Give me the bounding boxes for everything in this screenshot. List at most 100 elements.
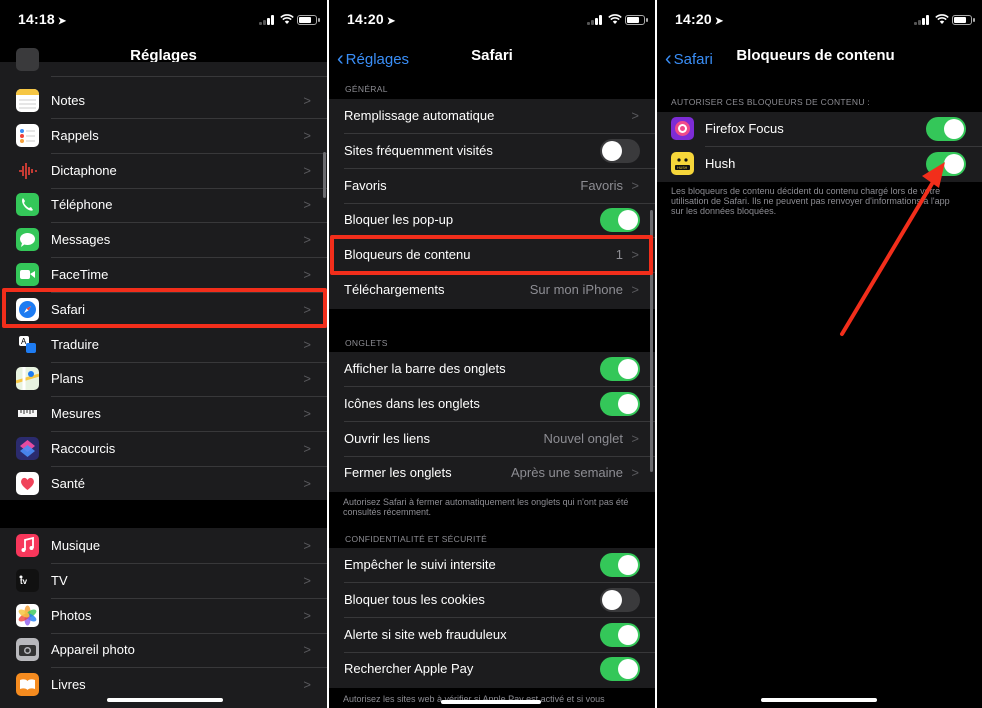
chevron-right-icon: > [303, 475, 311, 491]
settings-row-plans[interactable]: Plans > [0, 362, 327, 398]
toggle-knob [618, 555, 638, 575]
settings-row-favoris[interactable]: Favoris Favoris > [329, 169, 655, 204]
status-time: 14:18 [18, 11, 55, 27]
books-icon [16, 673, 39, 697]
toggle-knob [602, 589, 622, 610]
settings-row-alerte-si-site-web-frauduleux[interactable]: Alerte si site web frauduleux [329, 618, 655, 653]
chevron-right-icon: > [631, 282, 639, 297]
row-label: Bloquer les pop-up [344, 212, 454, 228]
toggle-switch[interactable] [600, 622, 640, 647]
health-icon [16, 471, 39, 495]
partial-row [0, 48, 327, 77]
content-blockers-panel: 14:20 ➤ ‹ Safari Bloqueurs de contenu AUTO… [657, 0, 982, 708]
row-label: Téléphone [51, 197, 113, 213]
settings-row-traduire[interactable]: A Traduire > [0, 328, 327, 363]
row-label: Appareil photo [51, 642, 135, 658]
chevron-right-icon: > [303, 93, 311, 108]
settings-row-dictaphone[interactable]: Dictaphone > [0, 154, 327, 189]
toggle-switch[interactable] [600, 391, 640, 416]
settings-row-t-l-phone[interactable]: Téléphone > [0, 188, 327, 224]
status-bar: 14:20 ➤ [329, 0, 655, 36]
settings-list: Notes > Rappels > Dictaphone > Téléphone > Messa… [0, 48, 327, 502]
home-indicator[interactable] [107, 698, 223, 702]
chevron-right-icon: > [303, 441, 311, 456]
chevron-right-icon: > [303, 127, 311, 143]
settings-row-fermer-les-onglets[interactable]: Fermer les onglets Après une semaine > [329, 456, 655, 491]
settings-row-appareil-photo[interactable]: Appareil photo > [0, 633, 327, 669]
battery-icon [297, 15, 320, 25]
settings-row-afficher-la-barre-des-onglets[interactable]: Afficher la barre des onglets [329, 352, 655, 387]
settings-row-tv[interactable]: tv TV > [0, 564, 327, 599]
settings-row-remplissage-automatique[interactable]: Remplissage automatique > [329, 99, 655, 134]
nav-bar: ‹ Réglages Safari [329, 36, 655, 76]
row-label: Photos [51, 607, 92, 623]
settings-row-mesures[interactable]: Mesures > [0, 397, 327, 433]
row-label: Alerte si site web frauduleux [344, 626, 507, 642]
chevron-right-icon: > [303, 538, 311, 553]
settings-row-t-l-chargements[interactable]: Téléchargements Sur mon iPhone > [329, 273, 655, 308]
signal-icon [259, 15, 275, 25]
row-label: Plans [51, 371, 84, 387]
reminders-icon [16, 123, 39, 147]
voice-memos-icon [16, 158, 39, 182]
tabs-group: Afficher la barre des onglets Icônes dans… [329, 352, 655, 492]
highlight-box [330, 235, 653, 275]
toggle-knob [618, 359, 638, 379]
section-header-general: GÉNÉRAL [345, 84, 388, 94]
maps-icon [16, 367, 39, 391]
row-label: Fermer les onglets [344, 465, 452, 481]
notes-icon [16, 89, 39, 112]
settings-list-media: Musique > tv TV > Photos > Appareil photo > Livre… [0, 528, 327, 708]
tv-icon: tv [16, 568, 39, 592]
settings-row-musique[interactable]: Musique > [0, 529, 327, 564]
settings-row-ouvrir-les-liens[interactable]: Ouvrir les liens Nouvel onglet > [329, 422, 655, 457]
toggle-switch[interactable] [600, 587, 640, 612]
toggle-knob [618, 624, 638, 645]
toggle-switch[interactable] [600, 357, 640, 381]
general-group: Remplissage automatique > Sites fréquemmen… [329, 99, 655, 309]
row-label: Santé [51, 475, 85, 491]
toggle-switch[interactable] [600, 208, 640, 233]
chevron-right-icon: > [631, 177, 639, 193]
home-indicator[interactable] [441, 700, 541, 704]
row-label: Bloquer tous les cookies [344, 591, 485, 607]
settings-row-bloquer-les-pop-up[interactable]: Bloquer les pop-up [329, 203, 655, 239]
camera-icon [16, 638, 39, 662]
chevron-right-icon: > [303, 406, 311, 422]
scrollbar[interactable] [323, 152, 326, 198]
section-header-privacy: CONFIDENTIALITÉ ET SÉCURITÉ [345, 534, 488, 544]
settings-row-rappels[interactable]: Rappels > [0, 119, 327, 154]
settings-row-rechercher-apple-pay[interactable]: Rechercher Apple Pay [329, 652, 655, 687]
toggle-switch[interactable] [600, 138, 640, 163]
chevron-right-icon: > [303, 572, 311, 588]
row-label: Téléchargements [344, 282, 445, 297]
row-label: TV [51, 572, 68, 588]
row-label: Afficher la barre des onglets [344, 361, 506, 376]
row-label: Remplissage automatique [344, 108, 495, 123]
row-label: Sites fréquemment visités [344, 142, 493, 158]
home-indicator[interactable] [761, 698, 877, 702]
facetime-icon [16, 263, 39, 286]
toggle-knob [618, 659, 638, 680]
toggle-switch[interactable] [600, 553, 640, 577]
row-value: Après une semaine [510, 465, 623, 481]
settings-row-photos[interactable]: Photos > [0, 599, 327, 634]
settings-row-raccourcis[interactable]: Raccourcis > [0, 432, 327, 467]
settings-row-sites-fr-quemment-visit-s[interactable]: Sites fréquemment visités [329, 134, 655, 169]
settings-row-bloquer-tous-les-cookies[interactable]: Bloquer tous les cookies [329, 583, 655, 618]
row-value: Nouvel onglet [543, 430, 624, 446]
settings-row-ic-nes-dans-les-onglets[interactable]: Icônes dans les onglets [329, 387, 655, 422]
settings-row-messages[interactable]: Messages > [0, 223, 327, 259]
row-label: Icônes dans les onglets [344, 395, 480, 411]
row-label: Musique [51, 538, 101, 553]
row-label: Dictaphone [51, 162, 117, 178]
settings-row-notes[interactable]: Notes > [0, 84, 327, 119]
signal-icon [587, 15, 603, 25]
settings-row-sant-[interactable]: Santé > [0, 467, 327, 502]
settings-row-emp-cher-le-suivi-intersite[interactable]: Empêcher le suivi intersite [329, 548, 655, 583]
chevron-right-icon: > [303, 371, 311, 387]
wifi-icon [280, 12, 294, 30]
chevron-right-icon: > [631, 465, 639, 481]
svg-text:A: A [21, 337, 27, 346]
toggle-switch[interactable] [600, 657, 640, 682]
